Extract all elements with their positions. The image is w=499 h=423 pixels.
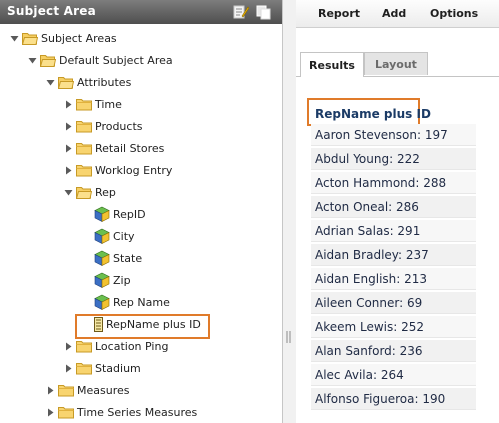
tree-node-attributes[interactable]: Attributes [46,72,131,92]
options-menu-button[interactable]: Options [430,7,478,20]
expand-arrow-right-icon[interactable] [64,166,73,175]
expand-arrow-down-icon[interactable] [46,78,55,87]
tree-node-stadium[interactable]: Stadium [64,358,141,378]
tab-layout[interactable]: Layout [364,52,428,75]
folder-icon [58,384,74,397]
expand-arrow-down-icon[interactable] [28,56,37,65]
tree-node-measures[interactable]: Measures [46,380,129,400]
tree-node-products[interactable]: Products [64,116,143,136]
tree-node-label: RepID [113,207,146,221]
editor-toolbar: Report Add Options [296,0,499,28]
highlight-outline [75,314,210,339]
add-menu-button[interactable]: Add [382,7,406,20]
attribute-cube-icon [94,250,110,266]
tree-node-location-ping[interactable]: Location Ping [64,336,168,356]
report-menu-button[interactable]: Report [318,7,360,20]
subject-area-header: Subject Area [0,0,282,24]
panel-splitter[interactable] [283,0,296,423]
edit-properties-icon[interactable] [233,4,250,20]
result-row[interactable]: Aileen Conner: 69 [311,292,476,314]
tree-node-zip[interactable]: Zip [94,270,131,290]
tree-node-state[interactable]: State [94,248,142,268]
tree-node-rep-name[interactable]: Rep Name [94,292,170,312]
tree-node-time[interactable]: Time [64,94,122,114]
expand-arrow-right-icon[interactable] [64,144,73,153]
tree-node-label: Zip [113,273,131,287]
tree-node-city[interactable]: City [94,226,135,246]
tree-node-label: Measures [77,383,130,397]
column-header[interactable]: RepName plus ID [315,107,431,121]
results-tab-bar: Results Layout [296,52,499,77]
folder-icon [76,362,92,375]
subject-area-panel: Subject Area Subject Areas Default Subjec… [0,0,283,423]
result-row[interactable]: Acton Oneal: 286 [311,196,476,218]
expand-arrow-down-icon[interactable] [64,188,73,197]
tree-node-label: Products [95,119,143,133]
result-row[interactable]: Aidan Bradley: 237 [311,244,476,266]
tab-results[interactable]: Results [300,52,364,77]
tree-node-rep[interactable]: Rep [64,182,116,202]
expand-arrow-right-icon[interactable] [64,100,73,109]
result-row[interactable]: Adrian Salas: 291 [311,220,476,242]
folder-open-icon [39,54,57,67]
attribute-cube-icon [94,206,110,222]
result-row[interactable]: Akeem Lewis: 252 [311,316,476,338]
expand-arrow-right-icon[interactable] [64,364,73,373]
folder-icon [76,120,92,133]
results-panel: Report Add Options Results Layout RepNam… [296,0,499,423]
folder-icon [76,164,92,177]
folder-icon [76,142,92,155]
tree-node-label: Retail Stores [95,141,165,155]
tree-node-label: Stadium [95,361,141,375]
folder-open-icon [75,186,93,199]
tree-node-label: State [113,251,143,265]
result-row[interactable]: Aaron Stevenson: 197 [311,124,476,146]
expand-arrow-right-icon[interactable] [64,122,73,131]
tree-node-label: Rep [95,185,116,199]
result-row[interactable]: Alec Avila: 264 [311,364,476,386]
folder-open-icon [57,76,75,89]
tree-node-label: Worklog Entry [95,163,173,177]
expand-arrow-right-icon[interactable] [46,386,55,395]
expand-arrow-down-icon[interactable] [10,34,19,43]
result-row[interactable]: Abdul Young: 222 [311,148,476,170]
result-row[interactable]: Alfonso Figueroa: 190 [311,388,476,410]
tree-node-repid[interactable]: RepID [94,204,146,224]
subject-area-title: Subject Area [7,4,96,18]
attribute-cube-icon [94,272,110,288]
folder-icon [58,406,74,419]
result-row[interactable]: Aidan English: 213 [311,268,476,290]
tree-node-label: Time [95,97,122,111]
expand-arrow-right-icon[interactable] [46,408,55,417]
tree-node-worklog-entry[interactable]: Worklog Entry [64,160,172,180]
tree-node-label: Rep Name [113,295,170,309]
attribute-cube-icon [94,228,110,244]
splitter-grip-icon[interactable] [285,331,293,343]
folder-open-icon [21,32,39,45]
tree-node-label: Subject Areas [41,31,117,45]
tree-node-label: Default Subject Area [59,53,173,67]
folder-icon [76,98,92,111]
copy-icon[interactable] [255,4,271,20]
tree-node-label: Attributes [77,75,132,89]
tree-node-label: City [113,229,135,243]
tree-node-label: Location Ping [95,339,169,353]
tree-node-retail-stores[interactable]: Retail Stores [64,138,164,158]
tree-node-label: Time Series Measures [77,405,198,419]
folder-icon [76,340,92,353]
expand-arrow-right-icon[interactable] [64,342,73,351]
tree-node-subject-areas[interactable]: Subject Areas [10,28,117,48]
result-row[interactable]: Alan Sanford: 236 [311,340,476,362]
tree-node-time-series-measures[interactable]: Time Series Measures [46,402,197,422]
result-row[interactable]: Acton Hammond: 288 [311,172,476,194]
tree-node-default-subject-area[interactable]: Default Subject Area [28,50,173,70]
attribute-cube-icon [94,294,110,310]
